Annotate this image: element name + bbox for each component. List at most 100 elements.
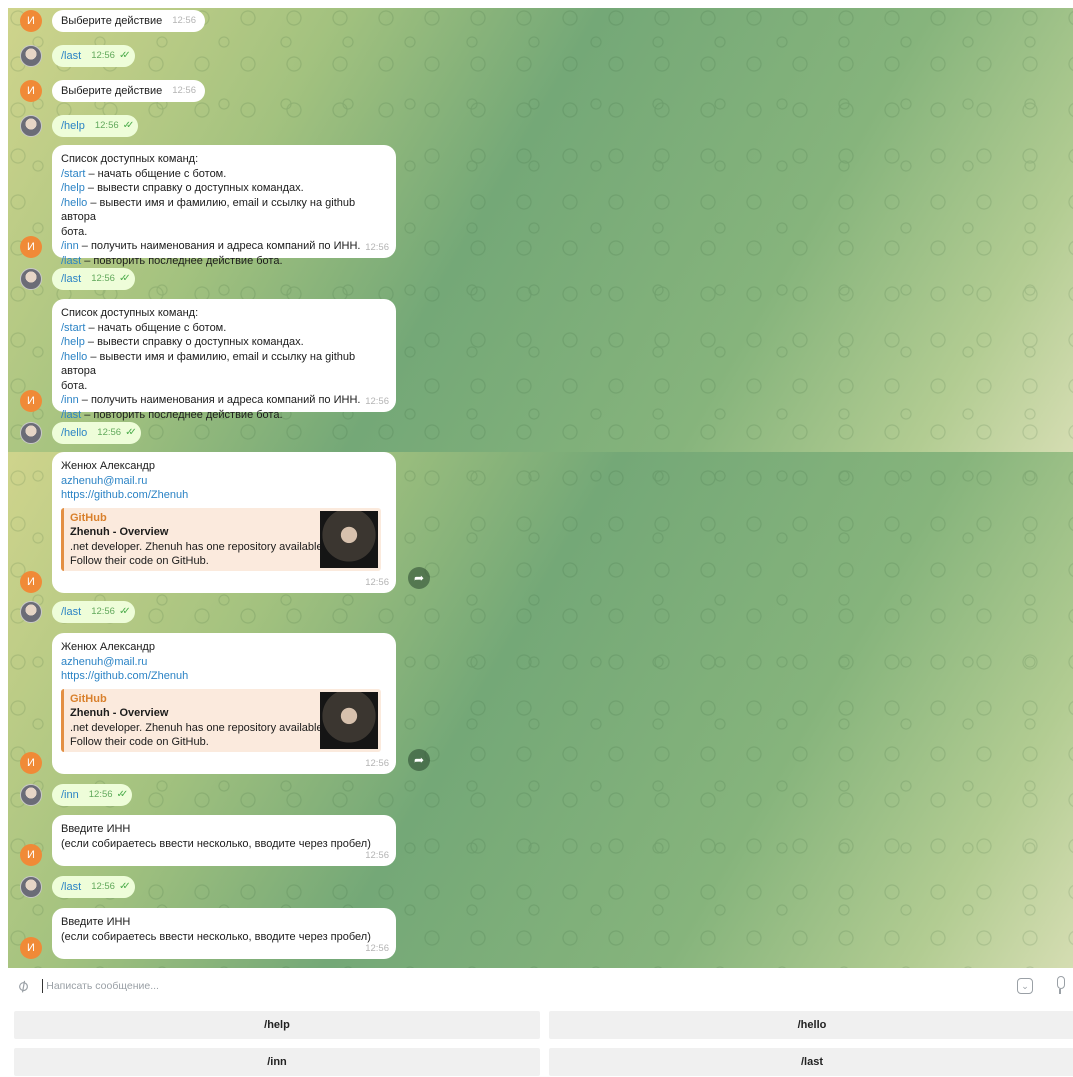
message-text: Введите ИНН [61, 823, 131, 835]
message-bubble[interactable]: /last 12:56 ✓✓ [52, 601, 135, 623]
message-row: И Введите ИНН (если собираетесь ввести н… [8, 815, 396, 866]
chat-area: И Выберите действие 12:56 /last 12:56 ✓✓… [8, 8, 1073, 968]
double-check-icon: ✓✓ [116, 788, 129, 800]
help-line: бота. [61, 225, 88, 238]
message-row: /last 12:56 ✓✓ [8, 601, 135, 623]
message-time: 12:56 [365, 241, 389, 253]
message-time: 12:56 [365, 849, 389, 861]
bot-avatar[interactable]: И [20, 236, 42, 258]
bot-avatar[interactable]: И [20, 10, 42, 32]
link-preview[interactable]: GitHub Zhenuh - Overview .net developer.… [61, 507, 381, 571]
forward-icon[interactable]: ➦ [408, 749, 430, 771]
help-line: Список доступных команд: [61, 153, 199, 165]
author-name: Женюх Александр [61, 460, 155, 472]
email-link[interactable]: azhenuh@mail.ru [61, 655, 386, 670]
bot-avatar[interactable]: И [20, 937, 42, 959]
link-preview[interactable]: GitHub Zhenuh - Overview .net developer.… [61, 688, 381, 752]
message-row: И Женюх Александр azhenuh@mail.ru https:… [8, 452, 396, 593]
command-link[interactable]: /hello [61, 197, 87, 209]
hello-message-bubble[interactable]: Женюх Александр azhenuh@mail.ru https://… [52, 452, 396, 593]
message-bubble[interactable]: /last 12:56 ✓✓ [52, 268, 135, 290]
message-row: /inn 12:56 ✓✓ [8, 784, 133, 806]
message-row: /hello 12:56 ✓✓ [8, 422, 141, 444]
command-link[interactable]: /last [61, 255, 81, 267]
user-avatar[interactable] [20, 784, 42, 806]
command-link[interactable]: /help [61, 336, 85, 348]
bot-avatar[interactable]: И [20, 844, 42, 866]
message-row: /last 12:56 ✓✓ [8, 268, 135, 290]
keyboard-button-inn[interactable]: /inn [14, 1048, 540, 1076]
user-avatar[interactable] [20, 268, 42, 290]
message-time: 12:56 [172, 14, 196, 26]
email-link[interactable]: azhenuh@mail.ru [61, 474, 386, 489]
command-link[interactable]: /last [61, 409, 81, 421]
hello-message-bubble[interactable]: Женюх Александр azhenuh@mail.ru https://… [52, 633, 396, 774]
message-command[interactable]: /hello [61, 426, 87, 441]
github-link[interactable]: https://github.com/Zhenuh [61, 488, 386, 503]
user-avatar[interactable] [20, 876, 42, 898]
message-text: (если собираетесь ввести несколько, ввод… [61, 837, 371, 850]
message-bubble[interactable]: /hello 12:56 ✓✓ [52, 422, 141, 444]
paperclip-icon[interactable]: ⌀ [13, 975, 33, 997]
message-command[interactable]: /last [61, 272, 81, 287]
message-row: И Женюх Александр azhenuh@mail.ru https:… [8, 633, 396, 774]
message-input[interactable] [42, 979, 943, 993]
help-line: /last – повторить последнее действие бот… [61, 408, 283, 421]
message-row: И Список доступных команд: /start – нача… [8, 145, 396, 267]
message-row: И Введите ИНН (если собираетесь ввести н… [8, 908, 396, 959]
command-link[interactable]: /help [61, 182, 85, 194]
preview-thumbnail[interactable] [320, 691, 378, 749]
help-message-bubble[interactable]: Список доступных команд: /start – начать… [52, 145, 396, 267]
user-avatar[interactable] [20, 45, 42, 67]
keyboard-button-help[interactable]: /help [14, 1011, 540, 1039]
message-row: И Выберите действие 12:56 [8, 80, 205, 102]
microphone-icon[interactable] [1055, 976, 1065, 994]
help-line: /inn – получить наименования и адреса ко… [61, 240, 361, 252]
user-avatar[interactable] [20, 601, 42, 623]
help-line: /start – начать общение с ботом. [61, 167, 227, 180]
double-check-icon: ✓✓ [118, 880, 131, 892]
message-time: 12:56 [91, 605, 115, 617]
forward-icon[interactable]: ➦ [408, 567, 430, 589]
message-command[interactable]: /last [61, 49, 81, 64]
message-bubble[interactable]: /help 12:56 ✓✓ [52, 115, 139, 137]
double-check-icon: ✓✓ [125, 426, 137, 438]
message-bubble[interactable]: Выберите действие 12:56 [52, 10, 205, 32]
help-line: /hello – вывести имя и фамилию, email и … [61, 196, 356, 224]
message-bubble[interactable]: Выберите действие 12:56 [52, 80, 205, 102]
message-command[interactable]: /last [61, 880, 81, 895]
command-link[interactable]: /inn [61, 240, 79, 252]
github-link[interactable]: https://github.com/Zhenuh [61, 669, 386, 684]
command-link[interactable]: /start [61, 168, 85, 180]
user-avatar[interactable] [20, 422, 42, 444]
message-command[interactable]: /inn [61, 788, 79, 803]
user-avatar[interactable] [20, 115, 42, 137]
command-link[interactable]: /inn [61, 394, 79, 406]
keyboard-button-hello[interactable]: /hello [549, 1011, 1073, 1039]
message-text: Введите ИНН [61, 916, 131, 928]
message-row: /last 12:56 ✓✓ [8, 876, 135, 898]
message-time: 12:56 [97, 426, 122, 438]
message-time: 12:56 [88, 788, 113, 800]
message-bubble[interactable]: /last 12:56 ✓✓ [52, 876, 135, 898]
bot-avatar[interactable]: И [20, 390, 42, 412]
message-bubble[interactable]: Введите ИНН (если собираетесь ввести нес… [52, 908, 396, 959]
help-message-bubble[interactable]: Список доступных команд: /start – начать… [52, 299, 396, 421]
message-bubble[interactable]: Введите ИНН (если собираетесь ввести нес… [52, 815, 396, 866]
message-bubble[interactable]: /inn 12:56 ✓✓ [52, 784, 133, 806]
message-time: 12:56 [365, 942, 389, 954]
bot-avatar[interactable]: И [20, 752, 42, 774]
message-command[interactable]: /last [61, 605, 81, 620]
message-command[interactable]: /help [61, 119, 85, 134]
bot-avatar[interactable]: И [20, 80, 42, 102]
help-line: /start – начать общение с ботом. [61, 321, 227, 334]
command-link[interactable]: /hello [61, 351, 87, 363]
message-composer: ⌀ ⌄ [8, 968, 1073, 1004]
preview-thumbnail[interactable] [320, 510, 378, 568]
keyboard-button-last[interactable]: /last [549, 1048, 1073, 1076]
bot-avatar[interactable]: И [20, 571, 42, 593]
message-time: 12:56 [94, 119, 119, 131]
message-bubble[interactable]: /last 12:56 ✓✓ [52, 45, 135, 67]
command-link[interactable]: /start [61, 322, 85, 334]
emoji-icon[interactable]: ⌄ [1017, 978, 1033, 994]
